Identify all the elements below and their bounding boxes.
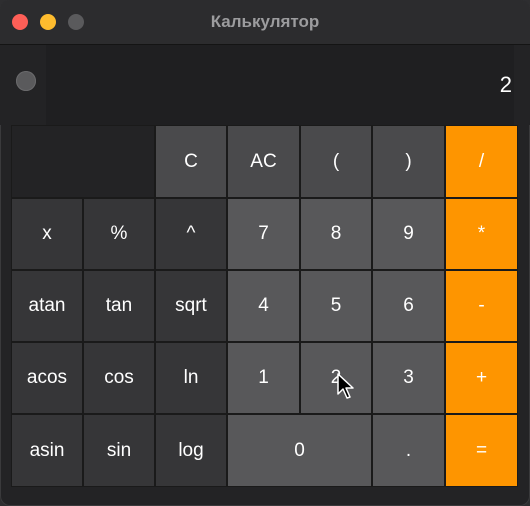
mode-radio-button[interactable] — [16, 71, 36, 91]
digit-5-button[interactable]: 5 — [300, 270, 372, 342]
digit-3-button[interactable]: 3 — [372, 342, 445, 414]
cos-button[interactable]: cos — [83, 342, 155, 414]
clear-button[interactable]: C — [155, 125, 227, 198]
asin-button[interactable]: asin — [11, 414, 83, 487]
tan-button[interactable]: tan — [83, 270, 155, 342]
digit-1-button[interactable]: 1 — [227, 342, 300, 414]
minus-button[interactable]: - — [445, 270, 518, 342]
digit-4-button[interactable]: 4 — [227, 270, 300, 342]
x-button[interactable]: x — [11, 198, 83, 270]
close-paren-button[interactable]: ) — [372, 125, 445, 198]
all-clear-button[interactable]: AC — [227, 125, 300, 198]
digit-8-button[interactable]: 8 — [300, 198, 372, 270]
empty-key-slot — [11, 125, 155, 198]
acos-button[interactable]: acos — [11, 342, 83, 414]
result-display: 2 — [46, 45, 514, 125]
decimal-point-button[interactable]: . — [372, 414, 445, 487]
calculator-window: Калькулятор 2 C AC ( ) / x % ^ 7 8 9 * a… — [0, 0, 530, 506]
log-button[interactable]: log — [155, 414, 227, 487]
power-button[interactable]: ^ — [155, 198, 227, 270]
ln-button[interactable]: ln — [155, 342, 227, 414]
equals-button[interactable]: = — [445, 414, 518, 487]
sin-button[interactable]: sin — [83, 414, 155, 487]
percent-button[interactable]: % — [83, 198, 155, 270]
plus-button[interactable]: + — [445, 342, 518, 414]
sqrt-button[interactable]: sqrt — [155, 270, 227, 342]
digit-9-button[interactable]: 9 — [372, 198, 445, 270]
digit-7-button[interactable]: 7 — [227, 198, 300, 270]
digit-2-button[interactable]: 2 — [300, 342, 372, 414]
multiply-button[interactable]: * — [445, 198, 518, 270]
digit-0-button[interactable]: 0 — [227, 414, 372, 487]
atan-button[interactable]: atan — [11, 270, 83, 342]
open-paren-button[interactable]: ( — [300, 125, 372, 198]
window-title: Калькулятор — [210, 12, 320, 31]
title-bar: Калькулятор — [0, 0, 530, 45]
divide-button[interactable]: / — [445, 125, 518, 198]
digit-6-button[interactable]: 6 — [372, 270, 445, 342]
